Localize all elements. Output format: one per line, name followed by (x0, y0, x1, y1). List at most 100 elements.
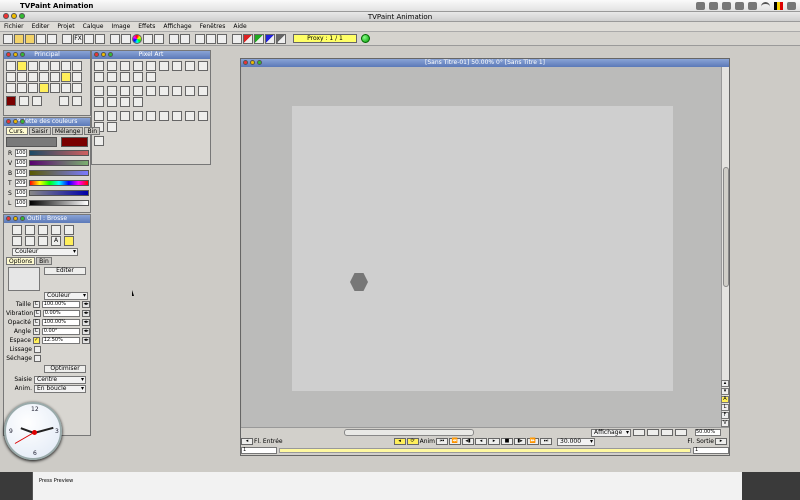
menu-calque[interactable]: Calque (83, 23, 104, 30)
color-swap-icon[interactable] (6, 96, 16, 106)
timeline-track[interactable] (279, 448, 691, 453)
blue-slider[interactable] (29, 170, 89, 176)
tab-bin[interactable]: Bin (84, 127, 101, 135)
close-panel-button[interactable] (94, 52, 99, 57)
iso-cube-icon[interactable] (133, 61, 143, 71)
slider-value-input[interactable]: 209 (15, 179, 27, 187)
menu-effets[interactable]: Effets (138, 23, 155, 30)
blue-mask-icon[interactable] (265, 33, 275, 44)
param-value-input[interactable]: 0.00% (42, 310, 81, 317)
slider-value-input[interactable]: 100 (15, 189, 27, 197)
param-arrows[interactable]: ◂▸ (82, 310, 90, 317)
minimize-document-button[interactable] (250, 60, 255, 65)
minimize-panel-button[interactable] (101, 52, 106, 57)
clock-widget[interactable]: 12 3 6 9 (4, 402, 62, 460)
minimize-panel-button[interactable] (13, 216, 18, 221)
iso-cube-icon[interactable] (198, 61, 208, 71)
iso-cube-icon[interactable] (94, 136, 104, 146)
wifi-icon[interactable] (761, 2, 770, 10)
frame-in-field[interactable]: 1 (241, 447, 277, 454)
color-wheel-icon[interactable] (132, 33, 142, 44)
gear-icon[interactable] (696, 2, 705, 10)
cut-icon[interactable] (62, 33, 72, 44)
pen-tool-icon[interactable] (61, 72, 71, 82)
mark-out-arrow-icon[interactable]: ▸ (715, 438, 727, 445)
hand-icon[interactable] (39, 83, 49, 93)
zoom-document-button[interactable] (257, 60, 262, 65)
freehand-icon[interactable] (6, 61, 16, 71)
magic-wand-icon[interactable] (28, 72, 38, 82)
minimize-panel-button[interactable] (13, 52, 18, 57)
status-green-light[interactable] (361, 34, 370, 43)
fps-select[interactable]: 30.000 (557, 437, 596, 446)
iso-cube-icon[interactable] (159, 86, 169, 96)
green-mask-icon[interactable] (254, 33, 264, 44)
stop-icon[interactable]: ■ (501, 438, 514, 445)
layers-icon[interactable] (110, 33, 120, 44)
reverse-play-icon[interactable]: ◂ (475, 438, 488, 445)
grid-large-icon[interactable] (206, 33, 216, 44)
custom-brush-icon[interactable] (64, 236, 74, 246)
zoom-panel-button[interactable] (20, 119, 25, 124)
iso-cube-icon[interactable] (120, 86, 130, 96)
stack-icon[interactable] (180, 33, 190, 44)
tab-options[interactable]: Options (6, 257, 36, 265)
menu-projet[interactable]: Projet (57, 23, 74, 30)
iso-cube-icon[interactable] (107, 111, 117, 121)
airbrush-icon[interactable] (38, 225, 48, 235)
mail-icon[interactable] (722, 2, 731, 10)
param-arrows[interactable]: ◂▸ (82, 337, 90, 344)
optimize-button[interactable]: Optimiser (44, 365, 86, 373)
side-button-f[interactable]: F (721, 412, 729, 419)
pencil-icon[interactable] (12, 225, 22, 235)
palette-title[interactable]: Palette des couleurs (4, 118, 90, 126)
menu-image[interactable]: Image (111, 23, 130, 30)
iso-cube-icon[interactable] (94, 72, 104, 82)
fx-stack-icon[interactable] (121, 33, 131, 44)
first-frame-icon[interactable]: ⏮ (436, 438, 449, 445)
zoom-panel-button[interactable] (20, 52, 25, 57)
rotate-view-icon[interactable] (661, 429, 673, 436)
zoom-tool-icon[interactable] (72, 61, 82, 71)
pirate-icon[interactable] (32, 96, 42, 106)
red-slider[interactable] (29, 150, 89, 156)
oil-brush-icon[interactable] (25, 236, 35, 246)
iso-cube-icon[interactable] (146, 61, 156, 71)
eyedropper-icon[interactable] (72, 72, 82, 82)
side-button-l[interactable]: L (721, 404, 729, 411)
iso-cube-icon[interactable] (133, 111, 143, 121)
crayon-icon[interactable] (64, 225, 74, 235)
param-value-input[interactable]: 100.00% (41, 301, 81, 308)
lightness-slider[interactable] (29, 200, 89, 206)
side-arrow-down[interactable]: ▾ (721, 388, 729, 395)
iso-cube-icon[interactable] (120, 111, 130, 121)
iso-cube-icon[interactable] (120, 72, 130, 82)
rotate-icon[interactable] (50, 83, 60, 93)
ellipse-icon[interactable] (61, 61, 71, 71)
param-value-input[interactable]: 0.00° (41, 328, 81, 335)
iso-cube-icon[interactable] (120, 97, 130, 107)
keyboard-flag-icon[interactable] (774, 2, 783, 10)
display-icon[interactable] (735, 2, 744, 10)
zoom-window-button[interactable] (19, 13, 25, 19)
document-titlebar[interactable]: [Sans Titre-01] 50.00% 0° [Sans Titre 1] (241, 59, 729, 67)
nav-icon[interactable] (59, 96, 69, 106)
vertical-scrollbar[interactable] (721, 67, 729, 429)
menu-aide[interactable]: Aide (233, 23, 246, 30)
minimize-panel-button[interactable] (13, 119, 18, 124)
horizontal-scrollbar[interactable] (344, 429, 474, 436)
close-panel-button[interactable] (6, 52, 11, 57)
pixel-art-title[interactable]: Pixel Art (92, 51, 210, 59)
export-icon[interactable] (36, 33, 46, 44)
param-value-input[interactable]: 100.00% (41, 319, 81, 326)
iso-cube-icon[interactable] (94, 111, 104, 121)
menu-fenetres[interactable]: Fenêtres (200, 23, 226, 30)
iso-cube-icon[interactable] (185, 61, 195, 71)
iso-cube-icon[interactable] (159, 61, 169, 71)
zoom-icon[interactable] (84, 33, 94, 44)
warp-icon[interactable] (6, 83, 16, 93)
skull-icon[interactable] (19, 96, 29, 106)
iso-cube-icon[interactable] (198, 111, 208, 121)
spotlight-icon[interactable] (787, 2, 796, 10)
param-arrows[interactable]: ◂▸ (82, 328, 90, 335)
